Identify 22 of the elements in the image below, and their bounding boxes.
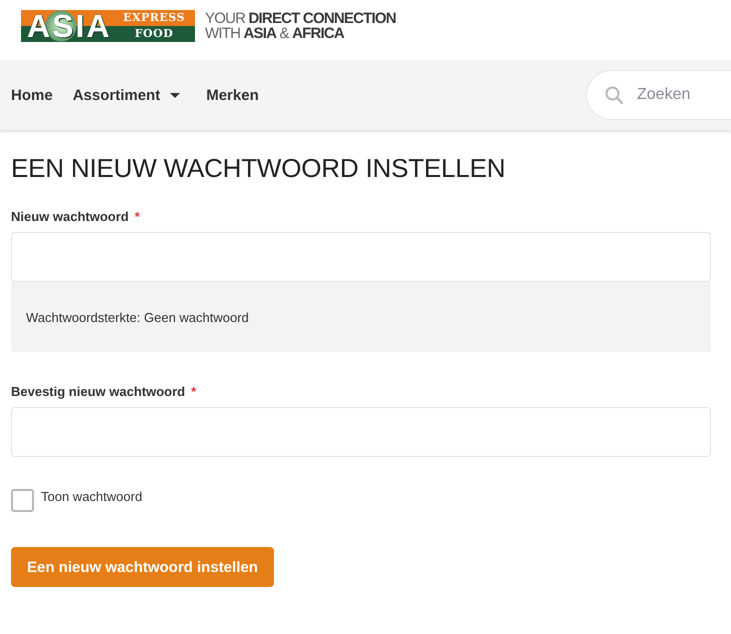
nav-link[interactable]: Home <box>11 86 53 104</box>
logo[interactable]: ASIA EXPRESS FOOD <box>21 10 195 42</box>
nav-link[interactable]: Merken <box>206 86 259 104</box>
logo-express-text: EXPRESS <box>123 10 185 26</box>
search-field[interactable]: Zoeken <box>586 70 731 120</box>
logo-word: ASIA <box>27 10 112 42</box>
search-icon <box>605 86 623 104</box>
logo-food-text: FOOD <box>134 26 174 42</box>
required-mark: * <box>134 209 140 225</box>
field-label: Bevestig nieuw wachtwoord <box>11 384 186 400</box>
checkbox[interactable] <box>11 489 34 512</box>
field-label: Nieuw wachtwoord <box>11 209 129 225</box>
page-title: EEN NIEUW WACHTWOORD INSTELLEN <box>11 152 506 184</box>
password-strength-text: Wachtwoordsterkte: Geen wachtwoord <box>26 310 249 324</box>
required-mark: * <box>191 384 196 400</box>
password-field[interactable] <box>11 232 711 282</box>
nav-link[interactable]: Assortiment <box>72 86 180 104</box>
caret-icon <box>170 92 180 98</box>
tagline-text: WITH ASIA & AFRICA <box>205 26 346 41</box>
tagline-text: YOUR DIRECT CONNECTION <box>205 11 396 26</box>
password-field[interactable] <box>11 407 711 457</box>
checkbox-label: Toon wachtwoord <box>41 489 142 505</box>
